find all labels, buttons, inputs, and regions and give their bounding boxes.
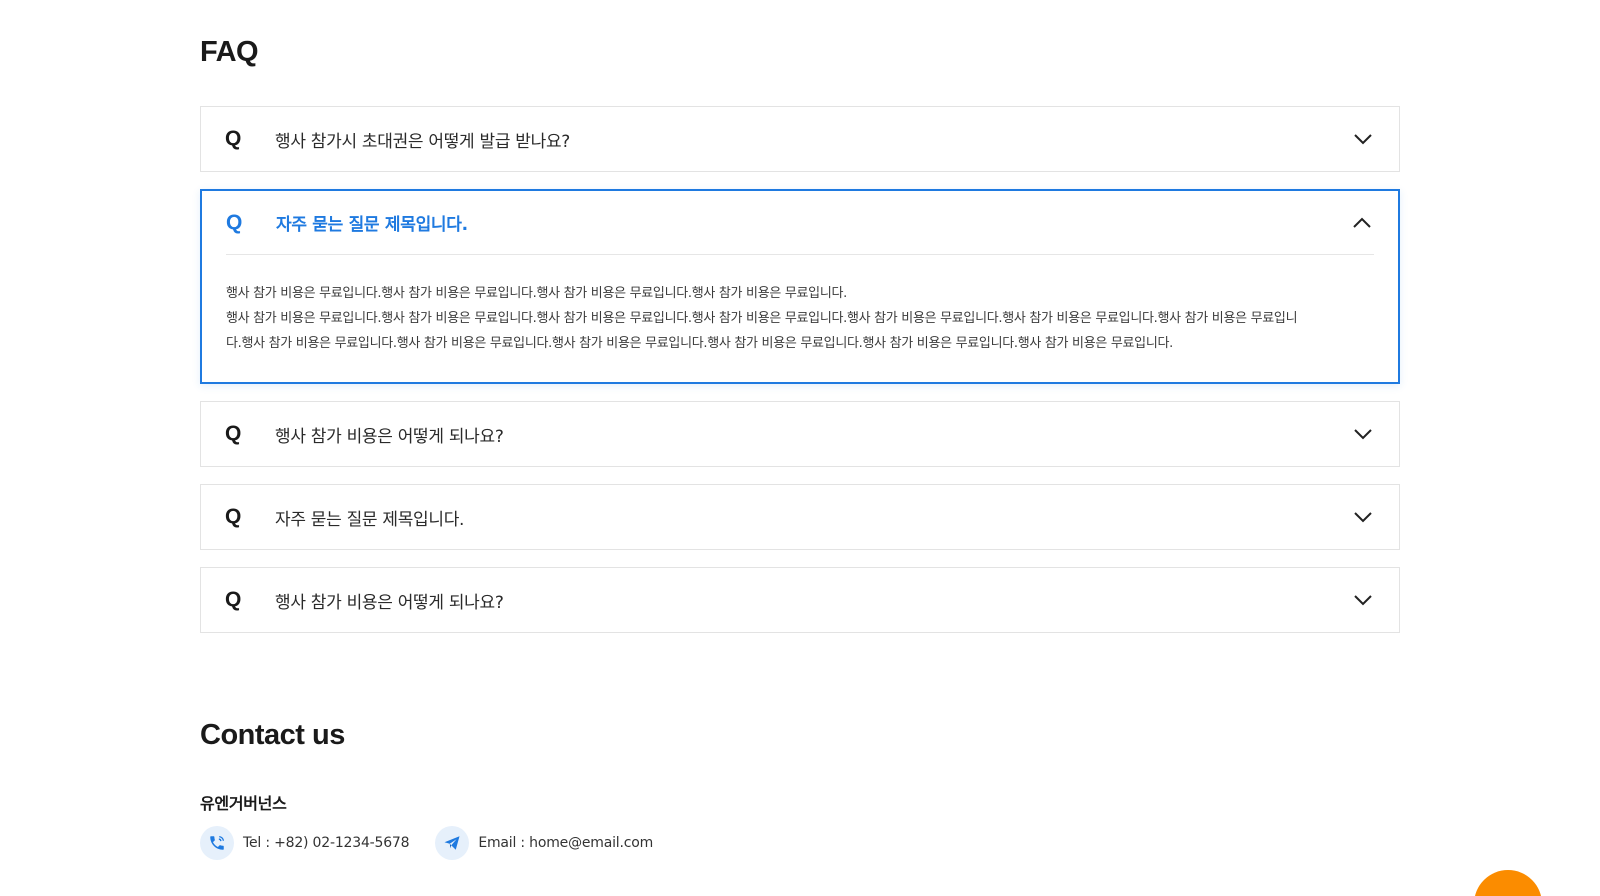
q-mark: Q bbox=[225, 422, 242, 445]
faq-answer: 행사 참가 비용은 무료입니다.행사 참가 비용은 무료입니다.행사 참가 비용… bbox=[202, 255, 1322, 382]
faq-question-header[interactable]: Q 행사 참가시 초대권은 어떻게 발급 받나요? bbox=[201, 107, 1399, 171]
q-mark: Q bbox=[225, 588, 242, 611]
faq-item[interactable]: Q 행사 참가 비용은 어떻게 되나요? bbox=[200, 401, 1400, 467]
chevron-up-icon[interactable] bbox=[1352, 213, 1372, 233]
faq-title: FAQ bbox=[200, 36, 259, 68]
faq-question: 행사 참가 비용은 어떻게 되나요? bbox=[275, 426, 504, 447]
email-icon bbox=[435, 826, 470, 860]
q-mark: Q bbox=[226, 210, 243, 234]
floating-action-button[interactable] bbox=[1474, 870, 1542, 896]
faq-question: 자주 묻는 질문 제목입니다. bbox=[275, 509, 465, 530]
contact-info: Tel : +82) 02-1234-5678 Email : home@ema… bbox=[200, 826, 679, 860]
contact-title: Contact us bbox=[200, 719, 345, 751]
email-text: Email : home@email.com bbox=[478, 835, 654, 851]
tel-text: Tel : +82) 02-1234-5678 bbox=[243, 835, 410, 851]
faq-item[interactable]: Q 행사 참가시 초대권은 어떻게 발급 받나요? bbox=[200, 106, 1400, 172]
faq-item[interactable]: Q 자주 묻는 질문 제목입니다. bbox=[200, 484, 1400, 550]
faq-question-header[interactable]: Q 행사 참가 비용은 어떻게 되나요? bbox=[201, 568, 1399, 632]
phone-icon bbox=[200, 826, 234, 860]
faq-question-header[interactable]: Q 자주 묻는 질문 제목입니다. bbox=[201, 485, 1399, 549]
faq-answer-line: 행사 참가 비용은 무료입니다.행사 참가 비용은 무료입니다.행사 참가 비용… bbox=[226, 311, 1298, 351]
faq-answer-line: 행사 참가 비용은 무료입니다.행사 참가 비용은 무료입니다.행사 참가 비용… bbox=[226, 286, 847, 301]
q-mark: Q bbox=[225, 505, 242, 528]
page: FAQ Q 행사 참가시 초대권은 어떻게 발급 받나요? Q 자주 묻는 질문… bbox=[0, 0, 1600, 896]
faq-question-header[interactable]: Q 자주 묻는 질문 제목입니다. bbox=[226, 191, 1374, 255]
faq-question: 자주 묻는 질문 제목입니다. bbox=[276, 215, 468, 235]
chevron-down-icon[interactable] bbox=[1353, 424, 1373, 444]
faq-question: 행사 참가 비용은 어떻게 되나요? bbox=[275, 592, 504, 613]
faq-item[interactable]: Q 행사 참가 비용은 어떻게 되나요? bbox=[200, 567, 1400, 633]
contact-tel[interactable]: Tel : +82) 02-1234-5678 bbox=[200, 826, 410, 860]
contact-email[interactable]: Email : home@email.com bbox=[435, 826, 653, 860]
chevron-down-icon[interactable] bbox=[1353, 507, 1373, 527]
faq-question: 행사 참가시 초대권은 어떻게 발급 받나요? bbox=[275, 131, 571, 152]
chevron-down-icon[interactable] bbox=[1353, 590, 1373, 610]
faq-item-open[interactable]: Q 자주 묻는 질문 제목입니다. 행사 참가 비용은 무료입니다.행사 참가 … bbox=[200, 189, 1400, 384]
q-mark: Q bbox=[225, 127, 242, 150]
faq-question-header[interactable]: Q 행사 참가 비용은 어떻게 되나요? bbox=[201, 402, 1399, 466]
faq-list: Q 행사 참가시 초대권은 어떻게 발급 받나요? Q 자주 묻는 질문 제목입… bbox=[200, 106, 1400, 650]
company-name: 유엔거버넌스 bbox=[200, 794, 287, 813]
chevron-down-icon[interactable] bbox=[1353, 129, 1373, 149]
